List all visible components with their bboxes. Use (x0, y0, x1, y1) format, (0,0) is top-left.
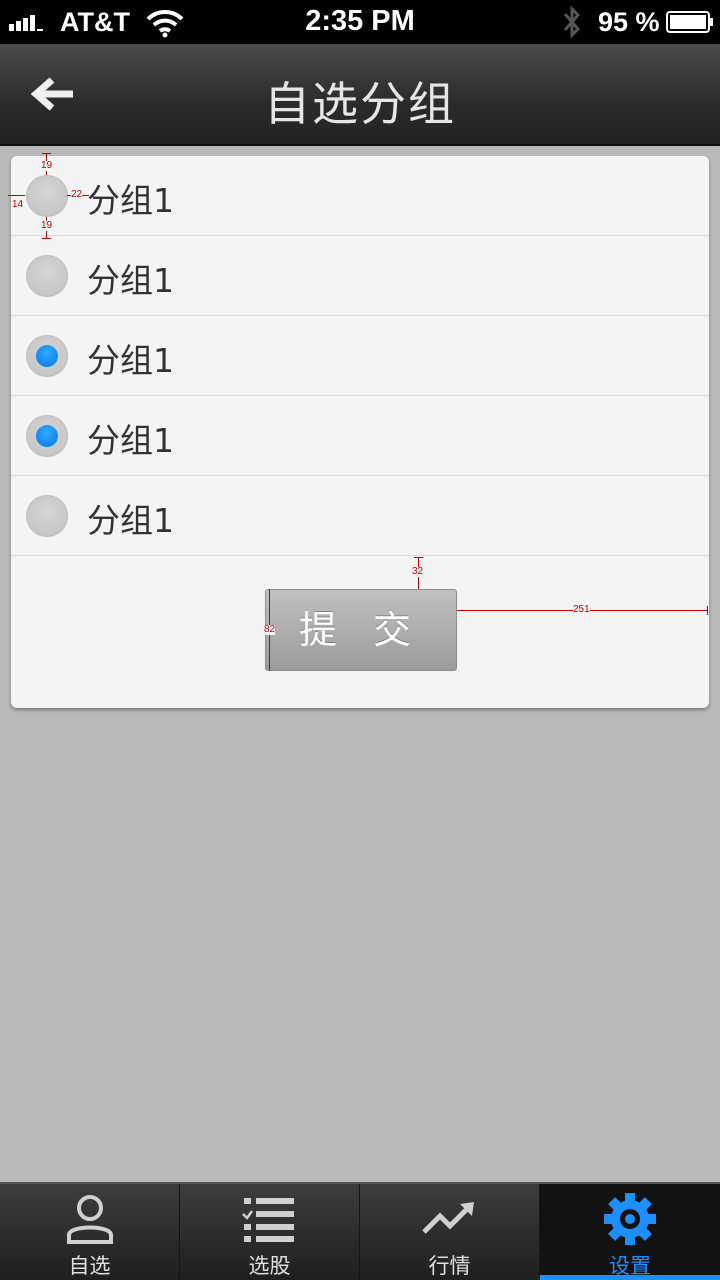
radio-button[interactable] (26, 495, 68, 537)
group-row[interactable]: 分组1 (11, 156, 709, 236)
radio-button[interactable] (26, 175, 68, 217)
tab-bar: 自选 选股 行情 设置 (0, 1182, 720, 1280)
group-row[interactable]: 分组1 (11, 396, 709, 476)
tab-label: 行情 (428, 1254, 471, 1278)
tab-label: 设置 (609, 1254, 651, 1278)
radio-button[interactable] (26, 255, 68, 297)
trend-up-icon (422, 1202, 474, 1234)
tab-label: 选股 (248, 1254, 291, 1278)
submit-button[interactable]: 提 交 (265, 589, 457, 671)
group-label: 分组1 (87, 421, 174, 460)
group-row[interactable]: 分组1 (11, 476, 709, 556)
annotation-label: 82 (264, 624, 276, 635)
annotation-label: 19 (41, 160, 53, 171)
bluetooth-icon (563, 5, 581, 39)
annotation-label: 14 (12, 199, 24, 210)
tab-stock-picker[interactable]: 选股 (180, 1184, 360, 1280)
user-icon (67, 1195, 113, 1244)
tab-label: 自选 (68, 1254, 111, 1278)
annotation-label: 251 (573, 604, 590, 615)
annotation-label: 32 (412, 566, 424, 577)
nav-bar: 自选分组 (0, 44, 720, 146)
battery-percent: 95 % (598, 7, 660, 37)
group-row[interactable]: 分组1 (11, 236, 709, 316)
annotation-label: 19 (41, 220, 53, 231)
status-bar: AT&T 2:35 PM 95 % (0, 0, 720, 44)
annotation-label: 22 (71, 189, 83, 200)
tab-settings[interactable]: 设置 (540, 1184, 720, 1280)
group-row[interactable]: 分组1 (11, 316, 709, 396)
list-check-icon (242, 1198, 294, 1242)
group-label: 分组1 (87, 261, 174, 300)
tab-watchlist[interactable]: 自选 (0, 1184, 180, 1280)
tab-market[interactable]: 行情 (360, 1184, 540, 1280)
group-label: 分组1 (87, 501, 174, 540)
group-label: 分组1 (87, 341, 174, 380)
gear-icon (604, 1193, 656, 1245)
battery-icon (666, 11, 713, 33)
radio-button-checked[interactable] (26, 335, 68, 377)
page-title: 自选分组 (264, 77, 456, 131)
radio-button-checked[interactable] (26, 415, 68, 457)
group-label: 分组1 (87, 181, 174, 220)
